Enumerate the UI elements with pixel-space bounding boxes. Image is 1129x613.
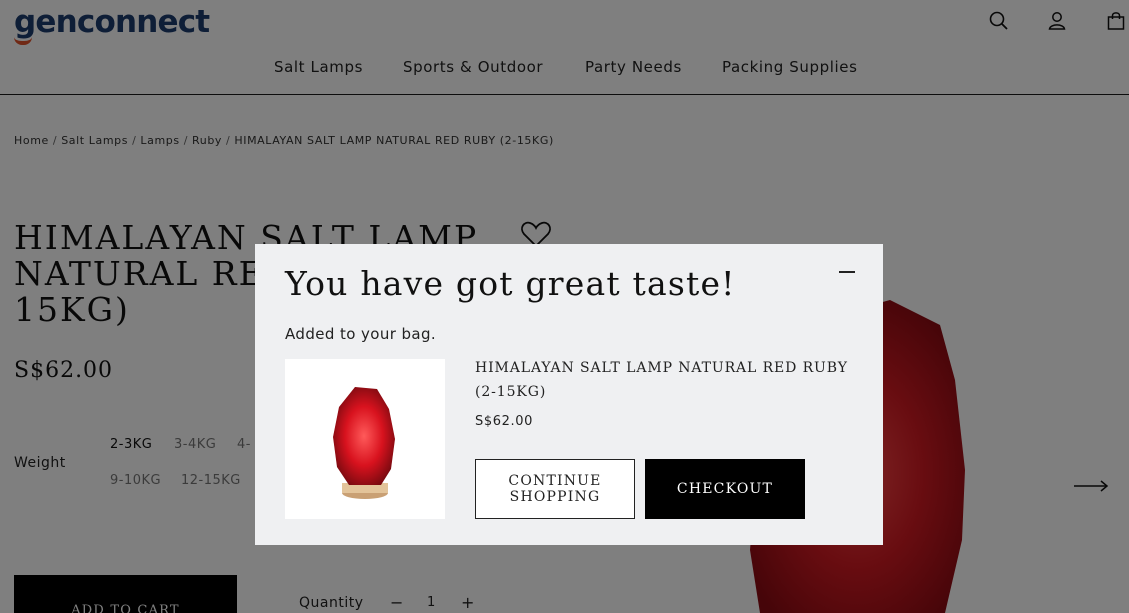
minimize-icon[interactable]	[837, 264, 857, 284]
continue-shopping-button[interactable]: CONTINUE SHOPPING	[475, 459, 635, 519]
item-name: HIMALAYAN SALT LAMP NATURAL RED RUBY (2-…	[475, 360, 848, 400]
item-price: S$62.00	[475, 414, 533, 429]
minimize-bar	[839, 271, 855, 273]
checkout-button[interactable]: CHECKOUT	[645, 459, 805, 519]
modal-subtitle: Added to your bag.	[285, 325, 437, 343]
modal-title: You have got great taste!	[285, 264, 736, 303]
added-to-bag-modal: You have got great taste! Added to your …	[255, 244, 883, 545]
item-thumbnail	[285, 359, 445, 519]
